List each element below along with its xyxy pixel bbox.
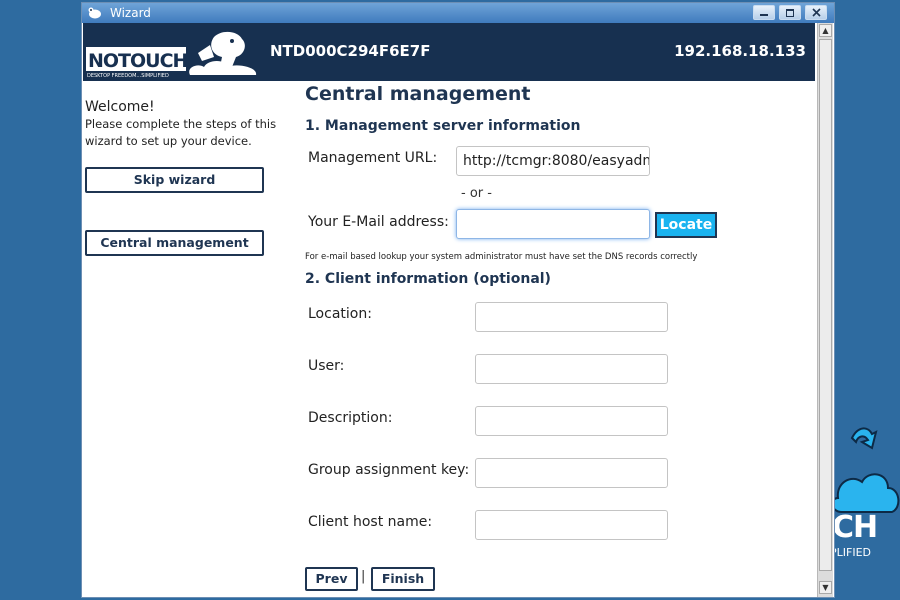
email-label: Your E-Mail address: — [308, 214, 449, 230]
management-url-label: Management URL: — [308, 150, 438, 166]
section-client-info-title: 2. Client information (optional) — [305, 271, 551, 287]
button-separator: | — [361, 569, 366, 584]
description-input[interactable] — [475, 406, 668, 436]
central-management-button[interactable]: Central management — [85, 230, 264, 256]
scrollbar-thumb[interactable] — [819, 39, 832, 571]
client-host-name-label: Client host name: — [308, 514, 433, 530]
location-label: Location: — [308, 306, 372, 322]
location-input[interactable] — [475, 302, 668, 332]
group-assignment-key-label: Group assignment key: — [308, 462, 470, 478]
prev-button[interactable]: Prev — [305, 567, 358, 591]
page-title: Central management — [305, 83, 531, 105]
user-input[interactable] — [475, 354, 668, 384]
desktop-logo-text: CH — [832, 510, 878, 545]
management-url-input[interactable]: http://tcmgr:8080/easyadmin — [456, 146, 650, 176]
desktop-logo-subtext: PLIFIED — [830, 546, 871, 559]
maximize-button[interactable] — [779, 5, 801, 20]
close-icon — [812, 8, 821, 17]
welcome-heading: Welcome! — [85, 99, 155, 115]
section-management-server-title: 1. Management server information — [305, 118, 581, 134]
header-banner: NOTOUCH DESKTOP FREEDOM...SIMPLIFIED NTD… — [83, 23, 815, 81]
email-input[interactable] — [456, 209, 650, 239]
skip-wizard-button[interactable]: Skip wizard — [85, 167, 264, 193]
ip-address: 192.168.18.133 — [674, 42, 806, 60]
minimize-icon — [760, 14, 768, 16]
app-icon — [88, 7, 101, 19]
dns-note: For e-mail based lookup your system admi… — [305, 252, 698, 262]
wizard-window: Wizard NOTOUCH DESKTOP FREEDOM...SIMPLIF… — [81, 2, 835, 598]
svg-text:NOTOUCH: NOTOUCH — [88, 50, 188, 72]
close-button[interactable] — [805, 5, 827, 20]
scroll-up-arrow-icon[interactable]: ▲ — [819, 24, 832, 37]
title-bar[interactable]: Wizard — [82, 3, 834, 23]
description-label: Description: — [308, 410, 393, 426]
notouch-logo: NOTOUCH DESKTOP FREEDOM...SIMPLIFIED — [86, 31, 257, 79]
window-title: Wizard — [110, 6, 151, 20]
welcome-description: Please complete the steps of this wizard… — [85, 117, 277, 148]
device-id: NTD000C294F6E7F — [270, 42, 431, 60]
minimize-button[interactable] — [753, 5, 775, 20]
or-separator: - or - — [461, 186, 492, 201]
locate-button[interactable]: Locate — [655, 212, 717, 238]
finish-button[interactable]: Finish — [371, 567, 435, 591]
svg-text:DESKTOP FREEDOM...SIMPLIFIED: DESKTOP FREEDOM...SIMPLIFIED — [87, 73, 169, 79]
group-assignment-key-input[interactable] — [475, 458, 668, 488]
client-host-name-input[interactable] — [475, 510, 668, 540]
scroll-down-arrow-icon[interactable]: ▼ — [819, 581, 832, 594]
vertical-scrollbar[interactable]: ▲ ▼ — [817, 23, 833, 597]
maximize-icon — [786, 9, 794, 17]
user-label: User: — [308, 358, 345, 374]
